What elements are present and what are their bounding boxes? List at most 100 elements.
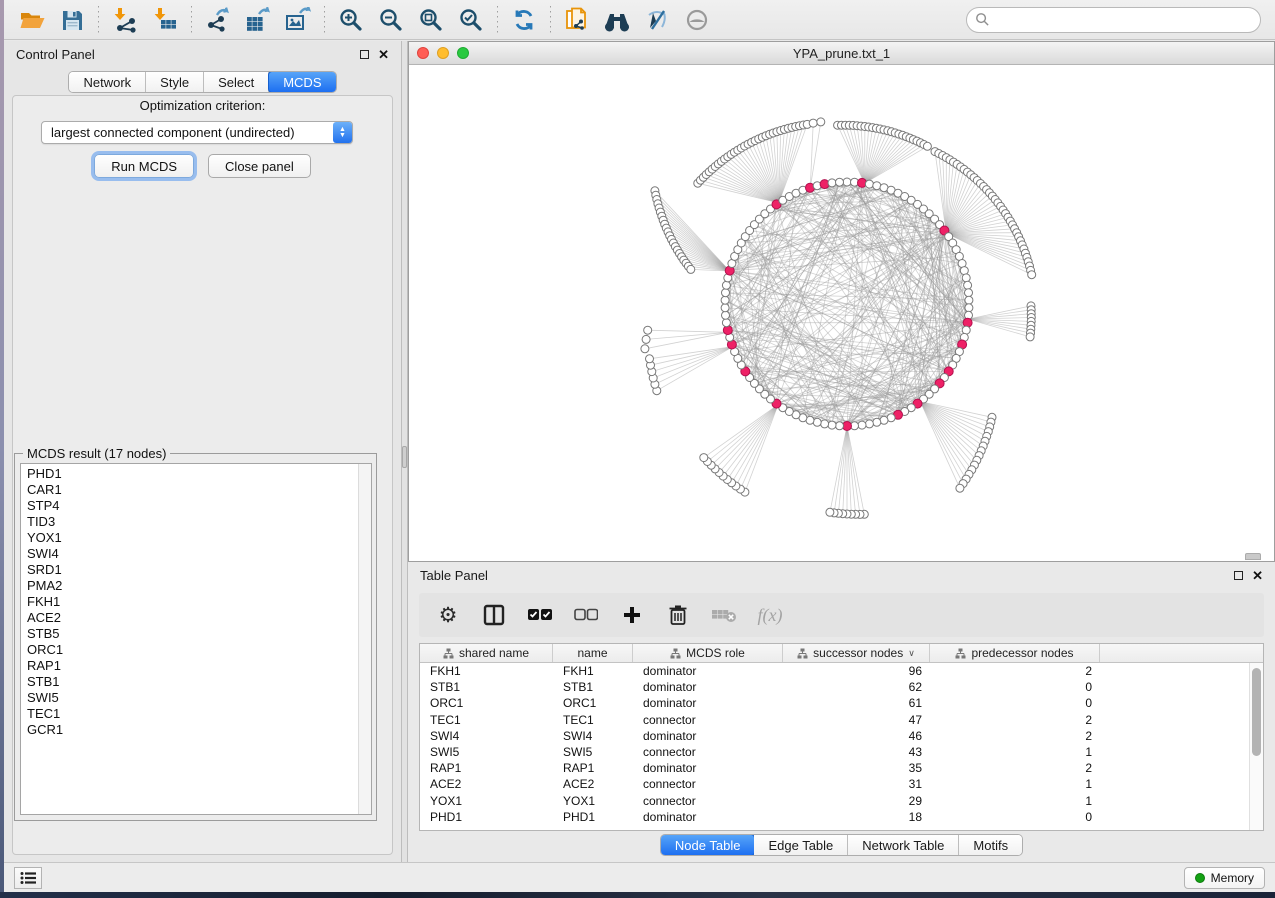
search-input[interactable] (990, 12, 1252, 27)
mcds-result-item[interactable]: PHD1 (27, 466, 358, 482)
column-header-name[interactable]: name (553, 644, 633, 662)
table-row[interactable]: YOX1YOX1connector291 (420, 793, 1249, 809)
mcds-result-item[interactable]: TID3 (27, 514, 358, 530)
close-panel-icon[interactable]: ✕ (1252, 571, 1263, 580)
zoom-out-button[interactable] (371, 3, 411, 37)
zoom-selected-button[interactable] (451, 3, 491, 37)
export-table-button[interactable] (238, 3, 278, 37)
mcds-result-item[interactable]: GCR1 (27, 722, 358, 738)
frame-resize-handle[interactable] (1245, 553, 1261, 560)
leaf-node[interactable] (1026, 333, 1034, 341)
leaf-node[interactable] (644, 326, 652, 334)
column-header-predecessor-nodes[interactable]: predecessor nodes (930, 644, 1100, 662)
hide-details-button[interactable] (637, 3, 677, 37)
table-row[interactable]: ACE2ACE2connector311 (420, 776, 1249, 792)
ring-node[interactable] (858, 421, 866, 429)
leaf-node[interactable] (923, 142, 931, 150)
ring-node[interactable] (962, 274, 970, 282)
mcds-result-item[interactable]: FKH1 (27, 594, 358, 610)
ring-node[interactable] (962, 326, 970, 334)
show-details-button[interactable] (677, 3, 717, 37)
leaf-node[interactable] (642, 335, 650, 343)
ring-node[interactable] (836, 178, 844, 186)
ring-node[interactable] (965, 304, 973, 312)
run-mcds-button[interactable]: Run MCDS (94, 154, 194, 178)
table-row[interactable]: RAP1RAP1dominator352 (420, 760, 1249, 776)
mcds-result-item[interactable]: PMA2 (27, 578, 358, 594)
mcds-result-item[interactable]: SWI4 (27, 546, 358, 562)
column-header-shared-name[interactable]: shared name (420, 644, 553, 662)
tab-select[interactable]: Select (204, 72, 269, 92)
mcds-result-item[interactable]: RAP1 (27, 658, 358, 674)
tab-network-table[interactable]: Network Table (848, 835, 959, 855)
zoom-fit-button[interactable] (411, 3, 451, 37)
column-header-successor-nodes[interactable]: successor nodes∨ (783, 644, 930, 662)
tab-network[interactable]: Network (69, 72, 146, 92)
table-row[interactable]: ORC1ORC1dominator610 (420, 695, 1249, 711)
ring-node[interactable] (873, 418, 881, 426)
column-header-MCDS-role[interactable]: MCDS role (633, 644, 783, 662)
ring-node[interactable] (965, 296, 973, 304)
table-row[interactable]: SWI4SWI4dominator462 (420, 728, 1249, 744)
leaf-node[interactable] (646, 355, 654, 363)
add-column-button[interactable] (619, 602, 645, 628)
mcds-result-item[interactable]: SRD1 (27, 562, 358, 578)
ring-node[interactable] (722, 281, 730, 289)
table-scrollbar[interactable] (1249, 663, 1263, 830)
zoom-in-button[interactable] (331, 3, 371, 37)
leaf-node[interactable] (826, 508, 834, 516)
table-row[interactable]: FKH1FKH1dominator962 (420, 663, 1249, 679)
leaf-node[interactable] (700, 454, 708, 462)
leaf-node[interactable] (641, 345, 649, 353)
mcds-result-item[interactable]: TEC1 (27, 706, 358, 722)
import-table-button[interactable] (145, 3, 185, 37)
network-graph[interactable] (409, 65, 1274, 561)
ring-node[interactable] (965, 289, 973, 297)
ring-node[interactable] (836, 422, 844, 430)
close-panel-icon[interactable]: ✕ (378, 50, 389, 59)
mcds-result-item[interactable]: STB5 (27, 626, 358, 642)
mcds-result-item[interactable]: STB1 (27, 674, 358, 690)
mcds-result-item[interactable]: ACE2 (27, 610, 358, 626)
export-image-button[interactable] (278, 3, 318, 37)
ring-node[interactable] (964, 281, 972, 289)
ring-node[interactable] (721, 304, 729, 312)
table-scrollbar-thumb[interactable] (1252, 668, 1261, 756)
search-network-button[interactable] (597, 3, 637, 37)
memory-button[interactable]: Memory (1184, 867, 1265, 889)
open-file-button[interactable] (12, 3, 52, 37)
vertical-splitter-handle[interactable] (402, 446, 407, 468)
tab-motifs[interactable]: Motifs (959, 835, 1022, 855)
leaf-node[interactable] (817, 118, 825, 126)
tab-edge-table[interactable]: Edge Table (754, 835, 848, 855)
ring-node[interactable] (722, 289, 730, 297)
leaf-node[interactable] (687, 265, 695, 273)
ring-node[interactable] (865, 180, 873, 188)
leaf-node[interactable] (809, 119, 817, 127)
save-session-button[interactable] (52, 3, 92, 37)
task-history-button[interactable] (14, 867, 42, 889)
table-settings-button[interactable]: ⚙ (435, 602, 461, 628)
ring-node[interactable] (821, 420, 829, 428)
ring-node[interactable] (721, 296, 729, 304)
show-columns-button[interactable] (481, 602, 507, 628)
tab-mcds[interactable]: MCDS (268, 71, 336, 93)
mcds-result-item[interactable]: YOX1 (27, 530, 358, 546)
table-row[interactable]: STB1STB1dominator620 (420, 679, 1249, 695)
tab-style[interactable]: Style (146, 72, 204, 92)
float-panel-icon[interactable] (1234, 571, 1243, 580)
leaf-node[interactable] (1028, 271, 1036, 279)
leaf-node[interactable] (956, 484, 964, 492)
refresh-button[interactable] (504, 3, 544, 37)
delete-column-button[interactable] (665, 602, 691, 628)
optimization-criterion-select[interactable]: largest connected component (undirected)… (41, 121, 353, 144)
ring-node[interactable] (865, 420, 873, 428)
mcds-result-item[interactable]: SWI5 (27, 690, 358, 706)
select-all-button[interactable] (527, 602, 553, 628)
ring-node[interactable] (960, 267, 968, 275)
mcds-result-scrollbar[interactable] (358, 464, 371, 814)
clone-network-button[interactable] (557, 3, 597, 37)
close-panel-button[interactable]: Close panel (208, 154, 311, 178)
table-row[interactable]: TEC1TEC1connector472 (420, 712, 1249, 728)
ring-node[interactable] (828, 421, 836, 429)
